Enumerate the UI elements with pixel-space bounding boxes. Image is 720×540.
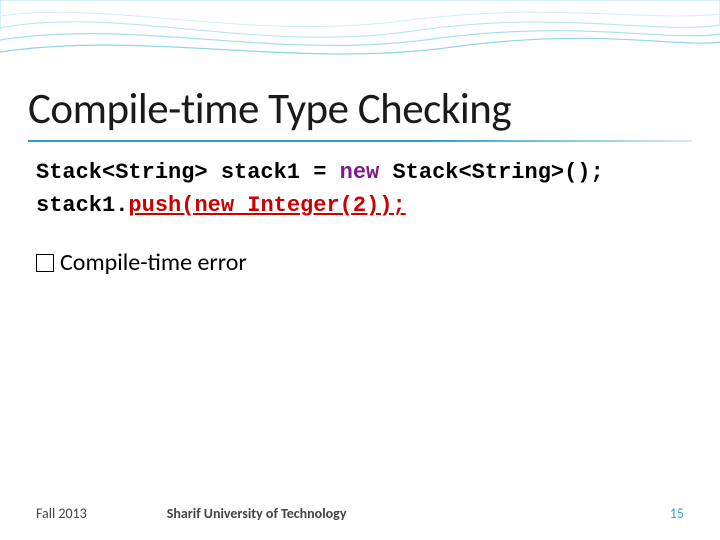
bullet-item: Compile-time error — [36, 248, 247, 277]
decorative-waves — [0, 0, 720, 80]
bullet-text: Compile-time error — [60, 248, 247, 277]
slide-footer: Fall 2013 Sharif University of Technolog… — [36, 505, 684, 522]
footer-center: Sharif University of Technology — [167, 505, 670, 522]
error-underline: push( — [128, 193, 194, 218]
slide-title: Compile-time Type Checking — [28, 82, 511, 135]
keyword-new-error: new — [194, 193, 234, 218]
code-block: Stack<String> stack1 = new Stack<String>… — [36, 156, 604, 222]
code-text: Stack<String>(); — [379, 160, 603, 185]
title-underline — [28, 140, 692, 142]
code-line-2: stack1.push(new Integer(2)); — [36, 189, 604, 222]
error-underline: Integer(2)); — [234, 193, 406, 218]
keyword-new: new — [340, 160, 380, 185]
footer-left: Fall 2013 — [36, 505, 87, 522]
code-text: Stack<String> stack1 = — [36, 160, 340, 185]
slide-number: 15 — [670, 505, 684, 522]
bullet-box-icon — [36, 254, 54, 272]
code-line-1: Stack<String> stack1 = new Stack<String>… — [36, 156, 604, 189]
code-text: stack1. — [36, 193, 128, 218]
